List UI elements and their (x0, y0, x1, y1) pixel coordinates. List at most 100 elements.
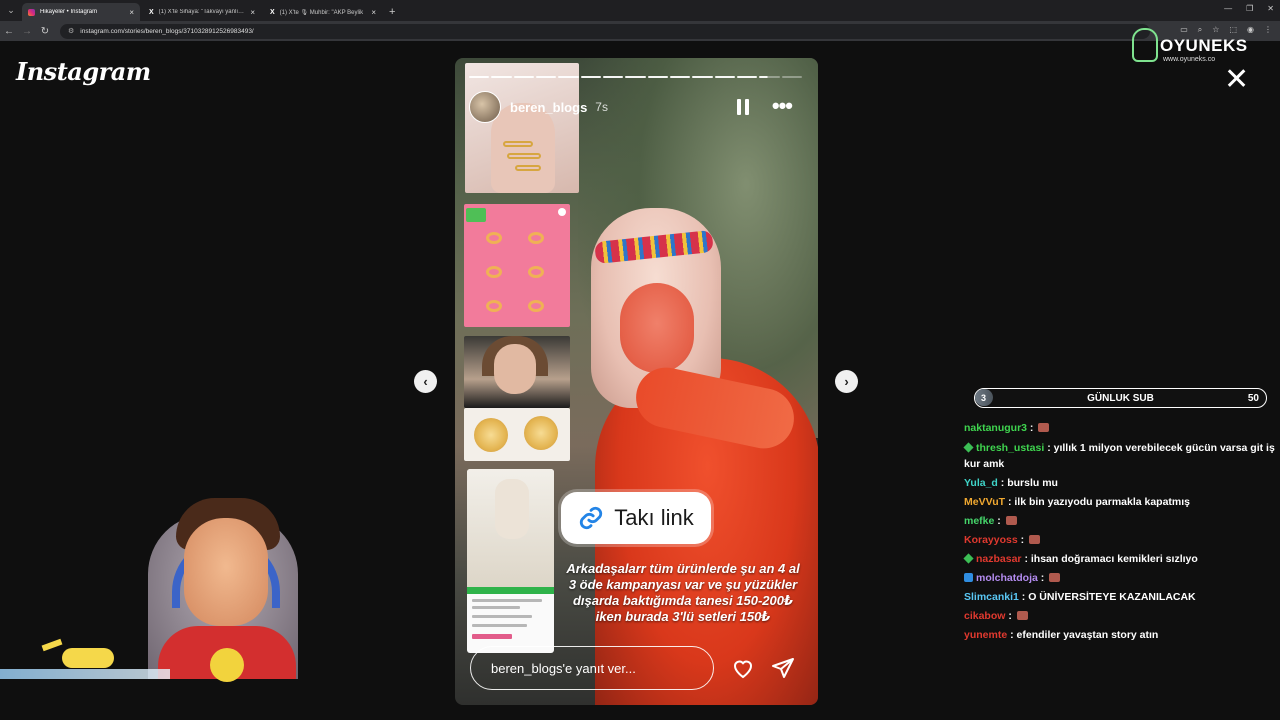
chat-username: mefke (964, 515, 995, 527)
story-header: beren_blogs 7s ••• (469, 91, 804, 123)
ring-set-product-photo (464, 204, 570, 327)
streamer-face (184, 518, 268, 626)
chat-username: yunemte (964, 629, 1008, 641)
sub-goal-label: GÜNLUK SUB (1087, 392, 1154, 404)
progress-segment (692, 76, 713, 78)
chat-emote-icon (1016, 611, 1028, 620)
story-username[interactable]: beren_blogs (510, 100, 587, 115)
chat-message: Korayyoss : (964, 531, 1280, 550)
link-sticker[interactable]: Takı link (561, 492, 711, 544)
chat-emote-icon (1029, 535, 1041, 544)
close-tab-icon[interactable]: × (250, 8, 255, 17)
x-icon: X (149, 8, 154, 16)
story-caption: Arkadaşalarr tüm ürünlerde şu an 4 al 3 … (566, 561, 800, 624)
chat-message: Yula_d : burslu mu (964, 477, 1058, 489)
tab-x-1[interactable]: X (1) X'te Sihaya: "Takvayı yanlış a × (143, 3, 261, 21)
oyuneks-logo: OYUNEKS www.oyuneks.co (1130, 28, 1270, 70)
story-time: 7s (595, 100, 608, 114)
sub-goal-bar: 3 GÜNLUK SUB 50 (974, 388, 1267, 408)
close-window-icon[interactable]: ✕ (1267, 4, 1274, 13)
chat-message: thresh_ustasi : yıllık 1 milyon verebile… (963, 442, 1275, 470)
new-tab-icon[interactable]: + (389, 6, 395, 18)
chat-username: molchatdoja (976, 572, 1038, 584)
forward-icon[interactable]: → (18, 26, 36, 37)
chat-username: Yula_d (964, 477, 998, 489)
reload-icon[interactable]: ↻ (36, 26, 54, 37)
oyuneks-brand: OYUNEKS (1160, 36, 1248, 55)
oyuneks-mascot-icon (1132, 28, 1158, 62)
pause-icon[interactable] (737, 99, 749, 115)
heart-icon[interactable] (730, 656, 756, 680)
progress-segment (491, 76, 512, 78)
streamer-avatar (140, 478, 310, 682)
reply-input[interactable] (470, 646, 714, 690)
progress-segment (736, 76, 758, 78)
overlay-bottom-strip (0, 669, 170, 679)
discount-badge (466, 208, 486, 222)
sub-goal-target: 50 (1247, 392, 1259, 404)
avatar[interactable] (469, 91, 501, 123)
chat-username: nazbasar (976, 553, 1022, 565)
window-controls: — ❐ ✕ (1224, 4, 1274, 13)
close-tab-icon[interactable]: × (129, 8, 134, 17)
url-text: instagram.com/stories/beren_blogs/371032… (80, 27, 254, 35)
sub-badge-icon (963, 442, 974, 453)
progress-segment (625, 76, 646, 78)
instagram-icon (28, 8, 35, 16)
maximize-icon[interactable]: ❐ (1246, 4, 1253, 13)
story-frame[interactable]: beren_blogs 7s ••• Takı link Arkadaşalar… (455, 58, 818, 705)
chat-message: MeVVuT : ilk bin yazıyodu parmakla kapat… (964, 496, 1191, 508)
progress-segment (535, 76, 557, 78)
flower-earrings-photo (464, 408, 570, 461)
chat-emote-icon (1049, 573, 1061, 582)
chat-message: cikabow : (964, 607, 1280, 626)
minimize-icon[interactable]: — (1224, 4, 1232, 13)
tab-title: (1) X'te Sihaya: "Takvayı yanlış a (158, 9, 246, 15)
cube-badge-icon (964, 573, 973, 582)
pikachu-mascot (41, 638, 124, 670)
close-story-icon[interactable]: ✕ (1224, 65, 1249, 95)
chat-message: yunemte : efendiler yavaştan story atın (964, 629, 1159, 641)
tab-instagram[interactable]: Hikayeler • Instagram × (22, 3, 140, 21)
progress-segment (647, 76, 668, 78)
chat-text: O ÜNİVERSİTEYE KAZANILACAK (1028, 591, 1196, 603)
rings-on-hand-photo (465, 63, 579, 193)
chat-text: ilk bin yazıyodu parmakla kapatmış (1014, 496, 1191, 508)
favorite-icon (558, 208, 566, 216)
chat-emote-icon (1038, 423, 1050, 432)
send-icon[interactable] (770, 656, 796, 680)
tab-x-2[interactable]: X (1) X'te 🎙 Muhbir: "AKP Beylik × (264, 3, 382, 21)
browser-toolbar: ← → ↻ ⚙ instagram.com/stories/beren_blog… (0, 21, 1280, 41)
progress-segment (469, 76, 490, 78)
person-face (620, 283, 694, 373)
previous-story-button[interactable]: ‹ (414, 370, 437, 393)
progress-segment (714, 76, 735, 78)
browser-tabbar: ⌄ Hikayeler • Instagram × X (1) X'te Sih… (0, 0, 1280, 21)
more-options-icon[interactable]: ••• (772, 95, 793, 117)
back-icon[interactable]: ← (0, 26, 18, 37)
product-card (467, 469, 554, 653)
chat-message: Slimcanki1 : O ÜNİVERSİTEYE KAZANILACAK (964, 591, 1196, 603)
progress-segment (669, 76, 691, 78)
chat-emote-icon (1005, 516, 1017, 525)
x-icon: X (270, 8, 275, 16)
model-photo (464, 336, 570, 408)
progress-segment (602, 76, 624, 78)
story-progress (469, 76, 802, 78)
chat-username: Slimcanki1 (964, 591, 1019, 603)
chat-text: burslu mu (1007, 477, 1058, 489)
site-info-icon[interactable]: ⚙ (68, 27, 74, 35)
close-tab-icon[interactable]: × (371, 8, 376, 17)
chat-text: ihsan doğramacı kemikleri sızlıyo (1030, 553, 1198, 565)
progress-segment (558, 76, 579, 78)
chat-text: efendiler yavaştan story atın (1016, 629, 1159, 641)
chat-username: MeVVuT (964, 496, 1006, 508)
tab-search-icon[interactable]: ⌄ (2, 1, 20, 19)
next-story-button[interactable]: › (835, 370, 858, 393)
shirt-logo (210, 648, 244, 682)
address-bar[interactable]: ⚙ instagram.com/stories/beren_blogs/3710… (60, 23, 1150, 39)
progress-segment (580, 76, 601, 78)
instagram-logo[interactable]: Instagram (16, 57, 151, 86)
chat-username: Korayyoss (964, 534, 1018, 546)
tab-title: Hikayeler • Instagram (40, 9, 98, 15)
